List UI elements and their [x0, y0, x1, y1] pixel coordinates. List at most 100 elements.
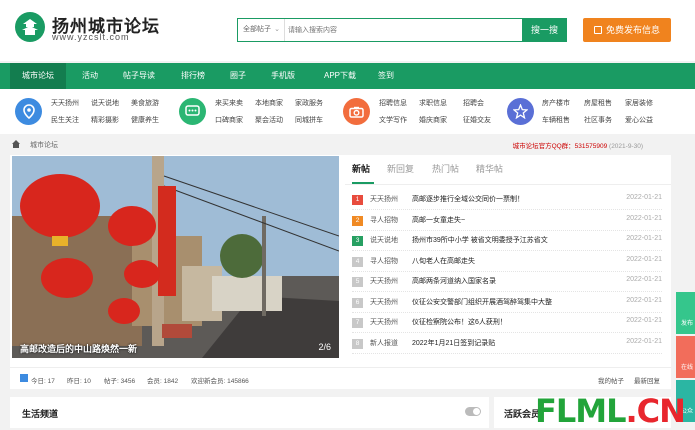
- quick-link[interactable]: 美食旅游: [131, 98, 159, 108]
- quick-links-panel: 天天扬州 说天说地 美食旅游 民生关注 精彩摄影 健康养生 来买来卖 本地商家 …: [0, 89, 695, 134]
- site-logo[interactable]: [15, 12, 45, 42]
- quick-link[interactable]: 口碑商家: [215, 115, 243, 125]
- nav-item-app[interactable]: APP下载: [312, 63, 368, 89]
- post-category[interactable]: 天天扬州: [370, 276, 398, 286]
- post-title[interactable]: 扬州市39所中小学 被省文明委授予江苏省文: [412, 235, 548, 245]
- quick-link[interactable]: 车辆租售: [542, 115, 570, 125]
- search-button[interactable]: 搜一搜: [522, 18, 567, 42]
- post-title[interactable]: 仪征检察院公布！这6人获刑！: [412, 317, 507, 327]
- post-row[interactable]: 2 寻人招物 高邮一女童走失~ 2022-01-21: [352, 211, 662, 231]
- nav-item-checkin[interactable]: 签到: [370, 63, 402, 89]
- search-bar: 全部帖子 ⌄: [237, 18, 523, 42]
- rank-badge: 1: [352, 195, 363, 205]
- post-date: 2022-01-21: [626, 255, 662, 263]
- quick-link[interactable]: 招聘会: [463, 98, 484, 108]
- watermark-part-2: .CN: [625, 392, 685, 430]
- post-category[interactable]: 天天扬州: [370, 297, 398, 307]
- post-date: 2022-01-21: [626, 317, 662, 324]
- quick-link[interactable]: 天天扬州: [51, 98, 79, 108]
- search-scope-select[interactable]: 全部帖子 ⌄: [238, 19, 285, 41]
- rank-badge: 6: [352, 297, 363, 308]
- nav-item-circles[interactable]: 圈子: [222, 63, 254, 89]
- post-category[interactable]: 寻人招物: [370, 215, 398, 225]
- quick-link[interactable]: 精彩摄影: [91, 115, 119, 125]
- post-title[interactable]: 高邮一女童走失~: [412, 215, 465, 225]
- rank-badge: 7: [352, 318, 363, 328]
- tab-hot-posts[interactable]: 热门帖: [432, 162, 459, 175]
- latest-reply-link[interactable]: 最新回复: [634, 375, 660, 385]
- rank-badge: 8: [352, 338, 363, 349]
- quick-link[interactable]: 文学写作: [379, 115, 407, 125]
- nav-item-activity[interactable]: 活动: [72, 63, 108, 89]
- post-row[interactable]: 8 新人报道 2022年1月21日签到记录贴 2022-01-21: [352, 334, 662, 354]
- post-title[interactable]: 2022年1月21日签到记录贴: [412, 338, 495, 348]
- post-row[interactable]: 1 天天扬州 高邮逐步推行全域公交同价一票制！ 2022-01-21: [352, 190, 662, 210]
- quick-link[interactable]: 家政服务: [295, 98, 323, 108]
- quick-link[interactable]: 本地商家: [255, 98, 283, 108]
- post-row[interactable]: 5 天天扬州 高邮两条河道纳入国家名录 2022-01-21: [352, 272, 662, 292]
- post-category[interactable]: 说天说地: [370, 235, 398, 245]
- post-date: 2022-01-21: [626, 276, 662, 283]
- main-nav: 城市论坛 活动 帖子导读 排行榜 圈子 手机版 APP下载 签到: [0, 63, 695, 89]
- nav-item-ranking[interactable]: 排行榜: [172, 63, 214, 89]
- post-category[interactable]: 寻人招物: [370, 256, 398, 266]
- quick-link[interactable]: 同城拼车: [295, 115, 323, 125]
- tab-new-posts[interactable]: 新帖: [352, 162, 370, 175]
- quick-link[interactable]: 来买来卖: [215, 98, 243, 108]
- quick-link[interactable]: 征婚交友: [463, 115, 491, 125]
- quick-link[interactable]: 婚庆商家: [419, 115, 447, 125]
- float-button-online[interactable]: 在线: [676, 336, 695, 378]
- quick-link[interactable]: 民生关注: [51, 115, 79, 125]
- tab-new-replies[interactable]: 新回复: [387, 162, 414, 175]
- post-title[interactable]: 仪征公安交警部门组织开展酒驾醉驾集中大整: [412, 297, 552, 307]
- quick-link[interactable]: 健康养生: [131, 115, 159, 125]
- post-category[interactable]: 新人报道: [370, 338, 398, 348]
- post-date: 2022-01-21: [626, 214, 662, 222]
- home-icon[interactable]: [12, 140, 20, 148]
- stat-posts: 帖子: 3456: [104, 378, 136, 385]
- post-title[interactable]: 高邮两条河道纳入国家名录: [412, 276, 496, 286]
- star-icon: [507, 98, 534, 125]
- post-category[interactable]: 天天扬州: [370, 194, 398, 204]
- watermark: FLML.CN: [535, 392, 686, 430]
- tabs-divider: [345, 184, 671, 185]
- nav-item-forum[interactable]: 城市论坛: [10, 63, 66, 89]
- photo-slider[interactable]: 高邮改造后的中山路焕然一新 2/6: [12, 156, 339, 358]
- quick-link[interactable]: 爱心公益: [625, 115, 653, 125]
- quick-link[interactable]: 求职信息: [419, 98, 447, 108]
- watermark-part-1: FLML: [535, 392, 626, 430]
- quick-link[interactable]: 家居装修: [625, 98, 653, 108]
- stat-members: 会员: 1842: [147, 378, 179, 385]
- post-row[interactable]: 6 天天扬州 仪征公安交警部门组织开展酒驾醉驾集中大整 2022-01-21: [352, 293, 662, 313]
- quick-link[interactable]: 招聘信息: [379, 98, 407, 108]
- chevron-down-icon: ⌄: [274, 26, 280, 33]
- stats-icon: [20, 374, 28, 382]
- stat-new-member[interactable]: 欢迎新会员: 145866: [191, 375, 249, 385]
- my-posts-link[interactable]: 我的帖子: [598, 375, 624, 385]
- post-category[interactable]: 天天扬州: [370, 317, 398, 327]
- quick-link[interactable]: 社区事务: [584, 115, 612, 125]
- rank-badge: 4: [352, 256, 363, 267]
- section-toggle[interactable]: [465, 407, 481, 416]
- breadcrumb-current[interactable]: 城市论坛: [30, 140, 58, 150]
- rank-badge: 3: [352, 236, 363, 246]
- tab-featured-posts[interactable]: 精华帖: [476, 162, 503, 175]
- post-row[interactable]: 7 天天扬州 仪征检察院公布！这6人获刑！ 2022-01-21: [352, 313, 662, 333]
- search-input[interactable]: [288, 22, 516, 38]
- quick-link[interactable]: 房产楼市: [542, 98, 570, 108]
- nav-item-mobile[interactable]: 手机版: [262, 63, 304, 89]
- post-title[interactable]: 高邮逐步推行全域公交同价一票制！: [412, 194, 524, 204]
- slide-caption[interactable]: 高邮改造后的中山路焕然一新: [20, 342, 137, 355]
- float-button-post[interactable]: 发布: [676, 292, 695, 334]
- post-row[interactable]: 3 说天说地 扬州市39所中小学 被省文明委授予江苏省文 2022-01-21: [352, 231, 662, 251]
- site-url: www.yzcslt.com: [52, 32, 130, 42]
- qq-group-text: 城市论坛官方QQ群：531575909: [512, 143, 608, 150]
- quick-link[interactable]: 房屋租售: [584, 98, 612, 108]
- post-row[interactable]: 4 寻人招物 八旬老人在高邮走失 2022-01-21: [352, 252, 662, 272]
- stat-yesterday: 昨日: 10: [67, 378, 91, 385]
- post-title[interactable]: 八旬老人在高邮走失: [412, 256, 475, 266]
- nav-item-guide[interactable]: 帖子导读: [114, 63, 164, 89]
- quick-link[interactable]: 聚会活动: [255, 115, 283, 125]
- post-info-button[interactable]: 免费发布信息: [583, 18, 671, 42]
- quick-link[interactable]: 说天说地: [91, 98, 119, 108]
